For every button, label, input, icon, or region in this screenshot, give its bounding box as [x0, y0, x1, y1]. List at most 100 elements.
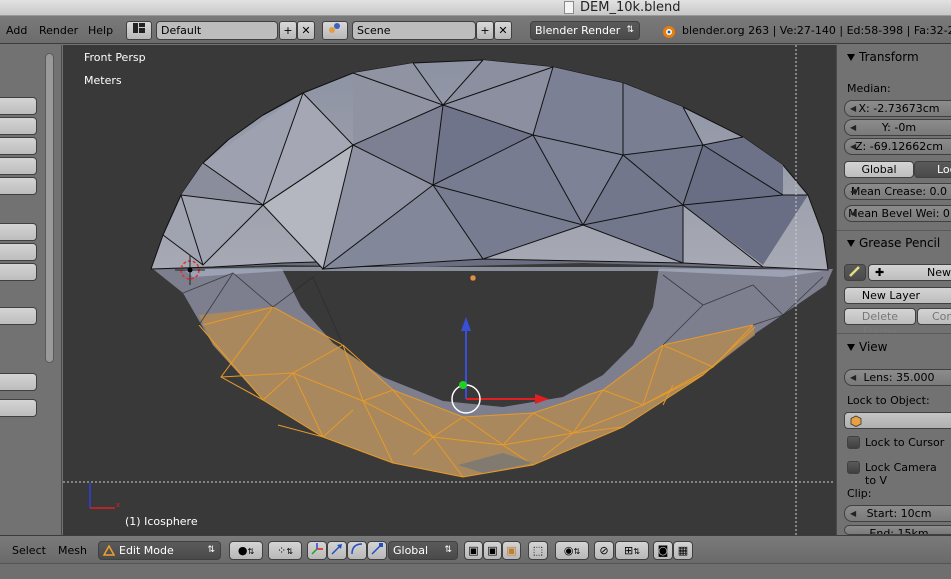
add-scene-button[interactable]: + [476, 21, 494, 40]
proportional-edit-select[interactable]: ◉⇅ [555, 541, 589, 560]
info-header: Add Render Help Default + ✕ Scene + ✕ Bl… [0, 16, 951, 44]
menu-help[interactable]: Help [88, 24, 113, 37]
add-screen-button[interactable]: + [279, 21, 297, 40]
lock-to-object-label: Lock to Object: [847, 394, 930, 407]
window-titlebar: DEM_10k.blend [0, 0, 951, 16]
limit-selection-button[interactable]: ⬚ [528, 541, 548, 560]
svg-text:x: x [116, 501, 120, 509]
vertex-select-icon: ▣ [468, 544, 479, 557]
snap-element-select[interactable]: ⊞⇅ [615, 541, 649, 560]
snap-toggle[interactable]: ⊘ [594, 541, 614, 560]
screen-layout-icon[interactable] [126, 21, 152, 40]
clip-end-field[interactable]: End: 15km [844, 525, 951, 535]
lock-to-cursor-checkbox[interactable] [847, 436, 860, 449]
view-name: Front Persp [84, 51, 146, 64]
transform-panel-title: Transform [859, 50, 919, 64]
scene-stats: blender.org 263 | Ve:27-140 | Ed:58-398 … [682, 24, 951, 37]
lock-object-field[interactable] [844, 412, 951, 429]
menu-mesh[interactable]: Mesh [58, 544, 87, 557]
tool-button[interactable] [0, 243, 37, 261]
tool-button[interactable] [0, 97, 37, 115]
lens-field[interactable]: ◀ Lens: 35.000 [844, 369, 951, 386]
face-select-button[interactable]: ▣ [502, 541, 521, 560]
render-animation-button[interactable]: ▦ [673, 541, 693, 560]
solid-shading-icon: ● [237, 544, 248, 557]
transform-panel-header[interactable]: Transform [841, 50, 951, 70]
pencil-icon [849, 266, 860, 277]
lock-camera-label: Lock Camera to V [865, 461, 937, 487]
median-z-field[interactable]: ◀ Z: -69.12662cm [844, 138, 951, 155]
view3d-header: Select Mesh Edit Mode ⇅ ●⇅ ⁘⇅ Global ⇅ ▣… [0, 535, 951, 563]
object-label: (1) Icosphere [125, 515, 198, 528]
edge-select-icon: ▣ [487, 544, 498, 557]
tool-button[interactable] [0, 177, 37, 195]
menu-add[interactable]: Add [6, 24, 27, 37]
orientation-select[interactable]: Global ⇅ [388, 541, 458, 560]
rotate-manipulator-button[interactable] [347, 541, 367, 560]
tool-button[interactable] [0, 307, 37, 325]
plus-icon: ✚ [875, 266, 885, 279]
translate-manipulator-button[interactable] [327, 541, 347, 560]
mode-select[interactable]: Edit Mode ⇅ [98, 541, 221, 560]
3d-viewport[interactable]: x Front Persp Meters (1) Icosphere [63, 45, 836, 535]
document-icon [564, 1, 574, 14]
remove-screen-button[interactable]: ✕ [297, 21, 315, 40]
clip-start-value: Start: 10cm [866, 507, 932, 520]
screen-layout-field[interactable]: Default [156, 21, 278, 40]
snap-grid-icon: ⊞ [624, 544, 634, 557]
lock-camera-checkbox[interactable] [847, 461, 860, 474]
tool-button[interactable] [0, 263, 37, 281]
tool-button[interactable] [0, 223, 37, 241]
clip-start-field[interactable]: ◀ Start: 10cm [844, 505, 951, 522]
grease-pencil-header[interactable]: Grease Pencil [841, 236, 951, 256]
tool-button[interactable] [0, 137, 37, 155]
magnet-icon: ⊘ [599, 544, 609, 557]
scale-manipulator-button[interactable] [367, 541, 387, 560]
menu-select[interactable]: Select [12, 544, 46, 557]
render-image-button[interactable]: ◙ [653, 541, 673, 560]
view-panel-header[interactable]: View [841, 340, 951, 360]
tool-button[interactable] [0, 157, 37, 175]
convert-button[interactable]: Con [917, 308, 951, 325]
new-layer-button[interactable]: New Layer [844, 287, 951, 304]
median-y-field[interactable]: ◀ Y: -0m [844, 119, 951, 136]
limit-selection-icon: ⬚ [532, 544, 544, 557]
clip-end-value: End: 15km [869, 527, 929, 535]
dropdown-arrows-icon: ⇅ [444, 545, 452, 555]
render-engine-select[interactable]: Blender Render ⇅ [530, 21, 640, 40]
scene-field[interactable]: Scene [352, 21, 476, 40]
global-toggle[interactable]: Global [844, 161, 914, 178]
median-x-field[interactable]: ◀ X: -2.73673cm [844, 100, 951, 117]
menu-render[interactable]: Render [39, 24, 78, 37]
tool-button[interactable] [0, 117, 37, 135]
tool-field[interactable] [0, 399, 37, 417]
grease-pencil-toggle[interactable] [844, 264, 866, 281]
dropdown-arrows-icon: ⇅ [247, 547, 255, 556]
left-arrow-icon: ◀ [850, 509, 857, 518]
tool-shelf-scrollbar[interactable] [45, 53, 54, 363]
delete-frame-button[interactable]: Delete Frame [844, 308, 916, 338]
manipulator-toggle[interactable] [307, 541, 327, 560]
pivot-point-select[interactable]: ⁘⇅ [268, 541, 302, 560]
lock-to-cursor-label: Lock to Cursor [865, 436, 945, 449]
film-icon: ▦ [677, 544, 689, 557]
left-arrow-icon: ◀ [850, 209, 857, 218]
orientation-label: Global [393, 544, 429, 557]
viewport-shading-select[interactable]: ●⇅ [229, 541, 263, 560]
panel-divider [837, 230, 951, 231]
remove-scene-button[interactable]: ✕ [494, 21, 512, 40]
mode-label: Edit Mode [119, 544, 174, 557]
new-grease-button[interactable]: ✚ New [868, 264, 951, 281]
scale-icon [371, 543, 383, 555]
scene-icon[interactable] [322, 21, 348, 40]
median-y-value: Y: -0m [881, 121, 917, 134]
clip-label: Clip: [847, 487, 872, 500]
tool-dropdown[interactable] [0, 373, 37, 391]
axis-gizmo-icon: x [89, 483, 120, 509]
local-toggle[interactable]: Local [914, 161, 951, 178]
vertex-select-button[interactable]: ▣ [464, 541, 483, 560]
mean-crease-field[interactable]: ◀ Mean Crease: 0.0 [844, 183, 951, 200]
mean-bevel-field[interactable]: ◀ Mean Bevel Wei: 0 [844, 205, 951, 222]
edge-select-button[interactable]: ▣ [483, 541, 502, 560]
left-arrow-icon: ◀ [850, 104, 857, 113]
